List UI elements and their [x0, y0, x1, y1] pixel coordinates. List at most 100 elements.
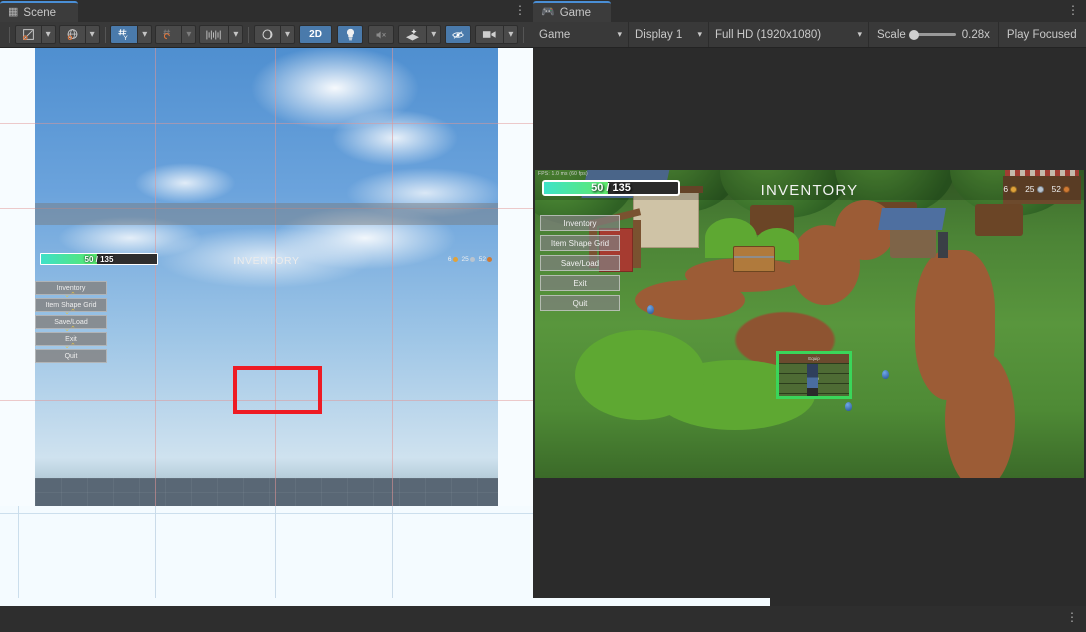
display-dropdown[interactable]: Display 1 ▾ — [629, 22, 709, 47]
scene-lighting-toggle[interactable] — [337, 25, 364, 44]
sphere-icon — [262, 29, 273, 40]
context-popup[interactable]: Equip Use Drop — [776, 351, 852, 399]
status-bar-kebab[interactable]: ⋮ — [1066, 610, 1078, 624]
gold-coin-icon — [1010, 185, 1018, 193]
draw-mode-button[interactable] — [254, 25, 281, 44]
coin-silver-count: 25 — [1025, 184, 1035, 194]
chest-band — [734, 256, 774, 258]
eye-off-icon — [452, 30, 465, 39]
pivot-rotation-toggle[interactable] — [14, 25, 41, 44]
menu-exit-button[interactable]: Exit — [540, 275, 620, 291]
scene-audio-toggle[interactable] — [368, 25, 395, 44]
grid-snap-group: Y ▾ — [110, 25, 153, 44]
scale-label: Scale — [877, 28, 906, 41]
scale-slider-track[interactable] — [908, 29, 956, 40]
coin-bronze-count: 52 — [1051, 184, 1061, 194]
collectible-item — [882, 370, 889, 379]
game-viewport[interactable]: FPS: 1.0 ms (60 fps) 50 / 135 INVENTORY … — [533, 48, 1086, 606]
scene-tabstrip: ▦ Scene ⋮ — [0, 0, 533, 22]
scale-slider-group[interactable]: Scale 0.28x — [869, 22, 999, 47]
treasure-chest — [733, 246, 775, 272]
resolution-dropdown-value: Full HD (1920x1080) — [715, 28, 822, 41]
snap-increment-toggle[interactable] — [155, 25, 182, 44]
globe-icon — [67, 29, 78, 41]
audio-mute-icon — [376, 30, 387, 39]
coin-bronze: 52 — [1052, 184, 1070, 194]
game-menu-group: Inventory Item Shape Grid Save/Load Exit… — [540, 215, 620, 315]
game-toolbar: Game ▾ Display 1 ▾ Full HD (1920x1080) ▾… — [533, 22, 1086, 48]
inventory-title: INVENTORY — [760, 182, 859, 199]
ruler-dropdown-caret[interactable]: ▾ — [228, 25, 244, 44]
scene-camera-group: ▾ — [475, 25, 519, 44]
scale-value: 0.28x — [961, 28, 990, 41]
game-view-dropdown-value: Game — [539, 28, 571, 41]
effects-toggle[interactable] — [398, 25, 427, 44]
coin-silver: 25 — [1025, 184, 1044, 194]
coin-gold: 6 — [1003, 184, 1018, 194]
grid-snap-dropdown-caret[interactable]: ▾ — [137, 25, 153, 44]
ruler-group: ▾ — [199, 25, 244, 44]
scene-visibility-toggle[interactable] — [445, 25, 472, 44]
handle-space-toggle[interactable] — [58, 25, 85, 44]
tab-scene-label: Scene — [23, 6, 57, 19]
collectible-item — [647, 305, 654, 314]
effects-caret[interactable]: ▾ — [426, 25, 442, 44]
snap-move-icon — [163, 29, 171, 40]
popup-header: Equip — [779, 354, 849, 364]
dirt-path — [635, 280, 745, 320]
resolution-dropdown[interactable]: Full HD (1920x1080) ▾ — [709, 22, 869, 47]
chevron-down-icon: ▾ — [617, 29, 622, 39]
toggle-2d[interactable]: 2D — [299, 25, 333, 44]
menu-item-shape-grid-button[interactable]: Item Shape Grid — [540, 235, 620, 251]
bronze-coin-icon — [1063, 185, 1070, 193]
fx-icon — [406, 28, 420, 41]
silver-coin-icon — [1036, 185, 1044, 193]
ground-plane — [35, 478, 498, 506]
snap-increment-caret[interactable]: ▾ — [181, 25, 197, 44]
skybox-horizon — [35, 458, 498, 478]
game-options-kebab[interactable]: ⋮ — [1067, 4, 1079, 18]
scene-camera-button[interactable] — [475, 25, 504, 44]
scene-camera-caret[interactable]: ▾ — [503, 25, 519, 44]
game-panel: 🎮 Game ⋮ Game ▾ Display 1 ▾ Full HD (192… — [533, 0, 1086, 606]
lightbulb-icon — [346, 28, 354, 41]
scene-options-kebab[interactable]: ⋮ — [514, 4, 526, 18]
draw-mode-caret[interactable]: ▾ — [280, 25, 296, 44]
pivot-dropdown-caret[interactable]: ▾ — [40, 25, 56, 44]
well-roof — [878, 208, 946, 230]
camera-icon — [483, 31, 496, 38]
grid-snap-toggle[interactable]: Y — [110, 25, 138, 44]
pivot-group: ▾ — [14, 25, 56, 44]
tab-game[interactable]: 🎮 Game — [533, 1, 611, 22]
handle-space-group: ▾ — [58, 25, 100, 44]
scene-viewport[interactable]: 50 / 135 INVENTORY 6 25 52 Inventory Ite… — [0, 48, 533, 606]
scene-background-lower — [0, 506, 533, 606]
toolbar-divider-2 — [104, 26, 106, 43]
chevron-down-icon-3: ▾ — [857, 29, 862, 39]
game-render-surface: FPS: 1.0 ms (60 fps) 50 / 135 INVENTORY … — [535, 170, 1084, 478]
handle-space-dropdown-caret[interactable]: ▾ — [84, 25, 100, 44]
tree-trunk — [975, 204, 1023, 236]
rect-transform-gizmo[interactable] — [233, 366, 322, 414]
currency-group: 6 25 52 — [1003, 184, 1070, 194]
grass-tuft — [575, 330, 705, 420]
scale-ruler-button[interactable] — [199, 25, 229, 44]
menu-quit-button[interactable]: Quit — [540, 295, 620, 311]
game-tabstrip: 🎮 Game ⋮ — [533, 0, 1086, 22]
scale-slider-handle[interactable] — [908, 29, 919, 40]
menu-inventory-button[interactable]: Inventory — [540, 215, 620, 231]
toolbar-divider-4 — [523, 26, 524, 43]
toolbar-divider-3 — [248, 26, 250, 43]
collectible-item — [845, 402, 852, 411]
tab-scene[interactable]: ▦ Scene — [0, 1, 78, 22]
status-bar: ⋮ — [0, 606, 1086, 632]
unity-editor-window: ▦ Scene ⋮ ▾ ▾ Y ▾ ▾ ▾ ▾ 2D ▾ ▾ 50 / 135 … — [0, 0, 1086, 632]
game-view-dropdown[interactable]: Game ▾ — [533, 22, 629, 47]
menu-save-load-button[interactable]: Save/Load — [540, 255, 620, 271]
npc-character — [938, 232, 948, 258]
effects-group: ▾ — [398, 25, 442, 44]
svg-text:Y: Y — [123, 34, 128, 41]
play-focused-button[interactable]: Play Focused — [999, 22, 1085, 47]
scene-panel: ▦ Scene ⋮ ▾ ▾ Y ▾ ▾ ▾ ▾ 2D ▾ ▾ 50 / 135 … — [0, 0, 533, 606]
coin-gold-count: 6 — [1003, 184, 1009, 194]
